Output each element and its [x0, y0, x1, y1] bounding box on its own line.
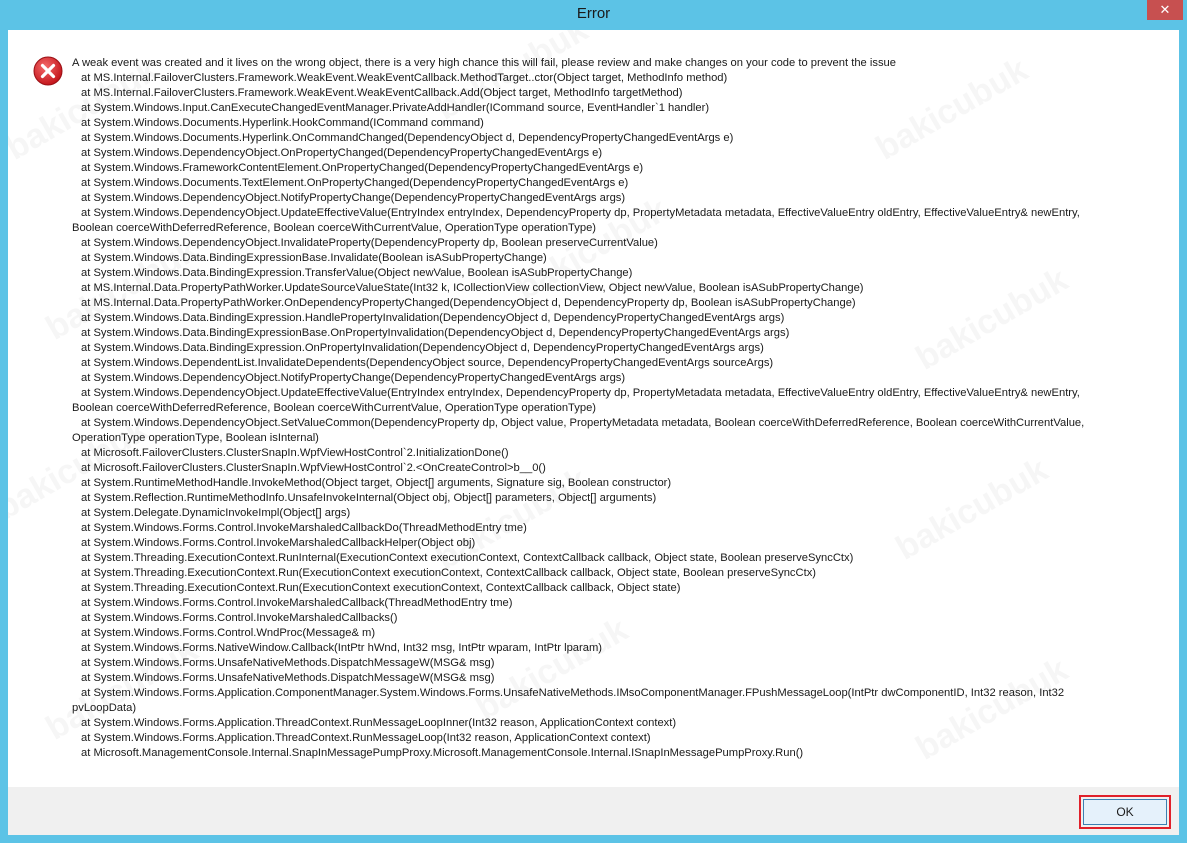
message-line: at System.Windows.DependencyObject.Inval…	[81, 237, 658, 249]
message-line: pvLoopData)	[72, 702, 137, 714]
message-line: at Microsoft.FailoverClusters.ClusterSna…	[81, 462, 546, 474]
message-line: at System.Windows.Data.BindingExpression…	[81, 342, 764, 354]
message-line: at System.Threading.ExecutionContext.Run…	[81, 552, 854, 564]
message-line: at System.Windows.Forms.Control.InvokeMa…	[81, 522, 527, 534]
message-line: at MS.Internal.FailoverClusters.Framewor…	[81, 87, 683, 99]
message-line: at MS.Internal.FailoverClusters.Framewor…	[81, 72, 728, 84]
message-line: at System.Windows.DependencyObject.Updat…	[81, 207, 1080, 219]
message-line: at System.Windows.Documents.Hyperlink.Ho…	[81, 117, 484, 129]
ok-button[interactable]: OK	[1083, 799, 1167, 825]
error-message: A weak event was created and it lives on…	[72, 56, 1172, 761]
message-line: at System.Windows.Forms.Application.Thre…	[81, 732, 651, 744]
button-bar: OK	[8, 787, 1179, 835]
message-line: at System.Windows.DependencyObject.OnPro…	[81, 147, 603, 159]
message-line: at System.Windows.FrameworkContentElemen…	[81, 162, 644, 174]
message-line: at System.Windows.Data.BindingExpression…	[81, 312, 785, 324]
message-line: at System.Delegate.DynamicInvokeImpl(Obj…	[81, 507, 351, 519]
error-icon	[33, 56, 63, 86]
message-line: at System.Windows.Forms.Control.InvokeMa…	[81, 537, 476, 549]
message-line: at System.Windows.DependentList.Invalida…	[81, 357, 774, 369]
message-line: at System.Windows.Data.BindingExpression…	[81, 327, 790, 339]
message-line: at System.Windows.Forms.Application.Thre…	[81, 717, 677, 729]
message-line: at System.Windows.Forms.Control.WndProc(…	[81, 627, 376, 639]
message-line: at System.Windows.Forms.UnsafeNativeMeth…	[81, 657, 495, 669]
message-line: at System.Threading.ExecutionContext.Run…	[81, 582, 681, 594]
message-line: at System.Windows.Documents.TextElement.…	[81, 177, 629, 189]
message-line: at System.Windows.Forms.Control.InvokeMa…	[81, 612, 398, 624]
message-line: Boolean coerceWithDeferredReference, Boo…	[72, 222, 597, 234]
message-line: at System.Windows.DependencyObject.SetVa…	[81, 417, 1085, 429]
window-title: Error	[576, 5, 611, 22]
message-line: Boolean coerceWithDeferredReference, Boo…	[72, 402, 597, 414]
message-line: OperationType operationType, Boolean isI…	[72, 432, 319, 444]
message-line: at System.Windows.DependencyObject.Notif…	[81, 192, 626, 204]
message-line: at System.Windows.Data.BindingExpression…	[81, 252, 547, 264]
message-area: bakicubuk bakicubuk bakicubuk bakicubuk baki…	[8, 30, 1179, 787]
message-line: at Microsoft.ManagementConsole.Internal.…	[81, 747, 804, 759]
message-line: at System.Windows.DependencyObject.Notif…	[81, 372, 626, 384]
close-button[interactable]: ✕	[1147, 0, 1183, 20]
message-line: at System.Windows.Data.BindingExpression…	[81, 267, 633, 279]
error-dialog: Error ✕ bakicubuk bakicubuk bakicubuk bakic…	[0, 0, 1187, 843]
title-bar[interactable]: Error ✕	[0, 0, 1187, 30]
message-line: at System.Windows.Documents.Hyperlink.On…	[81, 132, 734, 144]
close-icon: ✕	[1159, 2, 1171, 17]
message-line: at System.Windows.Forms.UnsafeNativeMeth…	[81, 672, 495, 684]
message-line: at System.Windows.Input.CanExecuteChange…	[81, 102, 710, 114]
message-line: at System.Threading.ExecutionContext.Run…	[81, 567, 817, 579]
message-line: at MS.Internal.Data.PropertyPathWorker.U…	[81, 282, 864, 294]
message-line: at System.Windows.Forms.Application.Comp…	[81, 687, 1065, 699]
message-line: at System.Windows.DependencyObject.Updat…	[81, 387, 1080, 399]
message-line: at MS.Internal.Data.PropertyPathWorker.O…	[81, 297, 856, 309]
message-line: at System.Windows.Forms.NativeWindow.Cal…	[81, 642, 602, 654]
message-line: at System.RuntimeMethodHandle.InvokeMeth…	[81, 477, 672, 489]
message-line: A weak event was created and it lives on…	[72, 57, 896, 69]
message-line: at Microsoft.FailoverClusters.ClusterSna…	[81, 447, 509, 459]
message-line: at System.Reflection.RuntimeMethodInfo.U…	[81, 492, 657, 504]
message-line: at System.Windows.Forms.Control.InvokeMa…	[81, 597, 513, 609]
